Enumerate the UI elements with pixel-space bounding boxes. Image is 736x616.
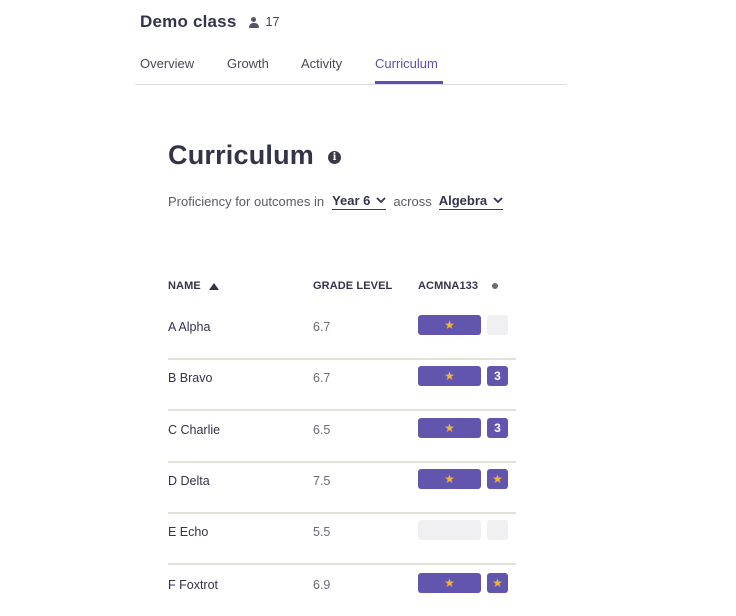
grade-level: 6.9 <box>313 578 331 592</box>
star-icon: ★ <box>492 576 503 590</box>
column-header-grade[interactable]: GRADE LEVEL <box>313 280 392 292</box>
star-icon: ★ <box>444 472 455 486</box>
student-name[interactable]: C Charlie <box>168 423 220 437</box>
strand-select-value: Algebra <box>438 193 488 208</box>
sort-ascending-icon <box>208 282 219 290</box>
star-icon: ★ <box>444 318 455 332</box>
active-tab-indicator <box>375 81 443 84</box>
status-dot-icon <box>492 283 499 289</box>
person-icon <box>248 16 259 28</box>
tab-bar: Overview Growth Activity Curriculum <box>135 48 567 85</box>
column-header-outcome[interactable]: ACMNA133 <box>418 280 499 292</box>
table-row: F Foxtrot 6.9 ★ ★ <box>168 565 516 616</box>
info-icon[interactable]: i <box>328 151 342 164</box>
attempts-box[interactable] <box>487 315 508 335</box>
table-row: B Bravo 6.7 ★ 3 <box>168 358 516 411</box>
grade-level: 6.5 <box>313 423 331 437</box>
tab-growth[interactable]: Growth <box>227 56 269 71</box>
student-name[interactable]: B Bravo <box>168 371 212 385</box>
table-row: A Alpha 6.7 ★ <box>168 307 516 360</box>
student-name[interactable]: E Echo <box>168 525 208 539</box>
proficiency-bar[interactable]: ★ <box>418 418 481 438</box>
filter-prefix: Proficiency for outcomes in <box>168 194 325 209</box>
student-count-value: 17 <box>265 15 280 29</box>
grade-level: 7.5 <box>313 474 331 488</box>
chevron-down-icon <box>376 197 387 204</box>
grade-level: 6.7 <box>313 371 331 385</box>
year-select[interactable]: Year 6 <box>332 193 387 210</box>
star-icon: ★ <box>492 472 503 486</box>
grade-level: 6.7 <box>313 320 331 334</box>
star-icon: ★ <box>444 369 455 383</box>
star-icon: ★ <box>444 421 455 435</box>
chevron-down-icon <box>493 197 503 204</box>
column-header-name[interactable]: NAME <box>168 280 219 292</box>
grade-level: 5.5 <box>313 525 331 539</box>
table-row: C Charlie 6.5 ★ 3 <box>168 410 516 463</box>
student-name[interactable]: F Foxtrot <box>168 578 218 592</box>
class-header: Demo class 17 <box>140 12 279 32</box>
attempts-box[interactable]: ★ <box>487 469 508 489</box>
tab-overview[interactable]: Overview <box>140 56 194 71</box>
student-name[interactable]: A Alpha <box>168 320 210 334</box>
table-row: E Echo 5.5 <box>168 512 516 565</box>
page-title-text: Curriculum <box>168 140 315 170</box>
tab-curriculum[interactable]: Curriculum <box>375 56 438 71</box>
proficiency-bar[interactable]: ★ <box>418 315 481 335</box>
tab-activity[interactable]: Activity <box>301 56 342 71</box>
attempts-box[interactable]: ★ <box>487 573 508 593</box>
attempts-box[interactable]: 3 <box>487 418 508 438</box>
proficiency-bar[interactable] <box>418 520 481 540</box>
attempts-box[interactable] <box>487 520 508 540</box>
student-count: 17 <box>248 15 280 29</box>
table-row: D Delta 7.5 ★ ★ <box>168 461 516 514</box>
filter-connector: across <box>393 194 432 209</box>
student-name[interactable]: D Delta <box>168 474 210 488</box>
attempts-box[interactable]: 3 <box>487 366 508 386</box>
column-header-outcome-label: ACMNA133 <box>418 280 479 292</box>
proficiency-bar[interactable]: ★ <box>418 469 481 489</box>
filter-sentence: Proficiency for outcomes in Year 6 acros… <box>168 193 504 210</box>
proficiency-bar[interactable]: ★ <box>418 573 481 593</box>
page-title: Curriculum i <box>168 140 342 171</box>
class-title: Demo class <box>140 12 237 31</box>
year-select-value: Year 6 <box>332 193 371 208</box>
proficiency-bar[interactable]: ★ <box>418 366 481 386</box>
strand-select[interactable]: Algebra <box>438 193 504 210</box>
column-header-name-label: NAME <box>168 280 201 292</box>
star-icon: ★ <box>444 576 455 590</box>
